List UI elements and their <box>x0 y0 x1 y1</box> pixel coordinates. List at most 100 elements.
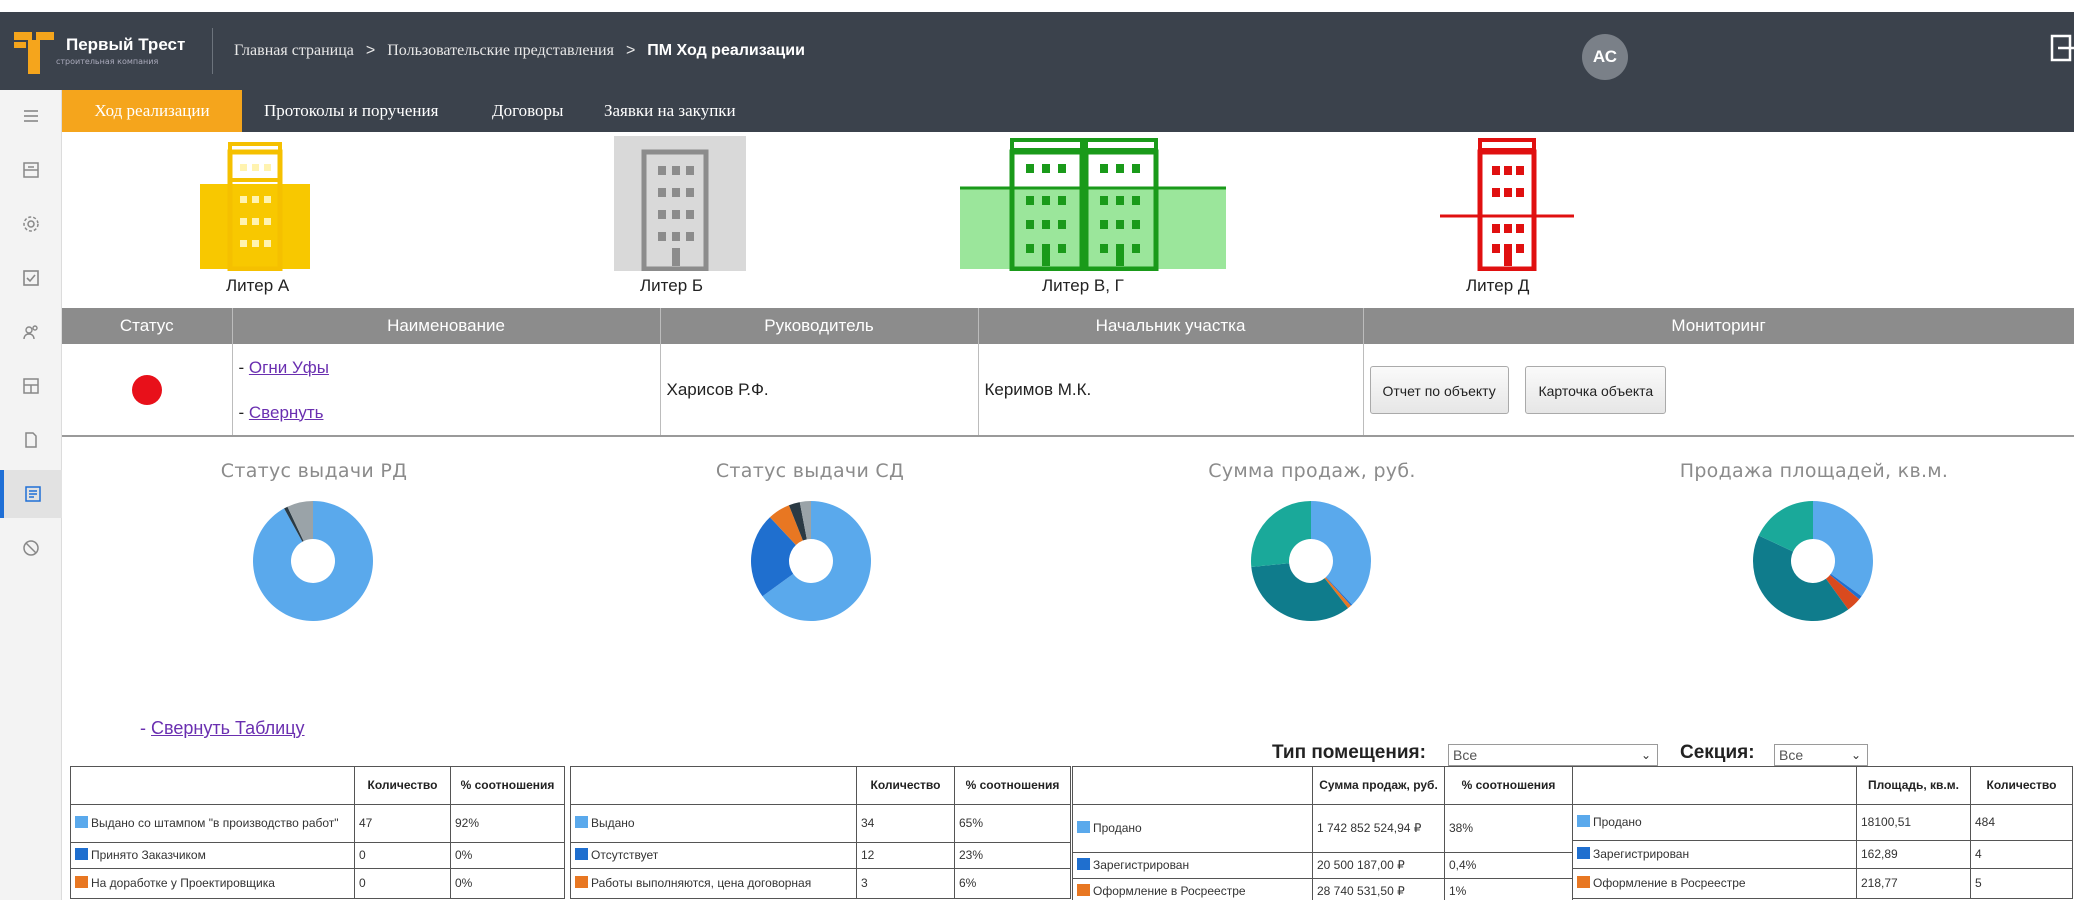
object-name-link[interactable]: Огни Уфы <box>249 358 329 377</box>
chart-title: Продажа площадей, кв.м. <box>1679 460 1949 482</box>
object-table-header: Статус Наименование Руководитель Начальн… <box>62 308 2074 344</box>
column-header: Мониторинг <box>1363 308 2074 344</box>
legend-swatch <box>575 816 588 829</box>
table-row: Выдано со штампом "в производство работ"… <box>70 804 565 843</box>
manager-value: Харисов Р.Ф. <box>660 344 979 437</box>
table-row: Оформление в Росреестре 218,77 5 <box>1572 868 2073 899</box>
sidebar <box>0 90 62 900</box>
row-label: Выдано со штампом "в производство работ" <box>91 816 339 831</box>
legend-swatch <box>75 816 88 829</box>
row-label: Отсутствует <box>591 848 659 863</box>
building-litera-b-icon[interactable] <box>614 136 746 275</box>
brand-subtitle: строительная компания <box>56 57 159 67</box>
top-bar: Первый Трест строительная компания Главн… <box>0 12 2074 90</box>
percent-cell: 0% <box>450 842 565 869</box>
bullet: - <box>140 718 146 738</box>
legend-swatch <box>1577 815 1590 828</box>
table-row: Продано 18100,51 484 <box>1572 804 2073 841</box>
checkbox-icon[interactable] <box>0 254 62 302</box>
tab-progress[interactable]: Ход реализации <box>62 90 242 132</box>
sum-cell: 20 500 187,00 ₽ <box>1312 852 1445 879</box>
column-header: % соотношения <box>954 766 1071 805</box>
chevron-down-icon: ⌄ <box>1640 748 1651 762</box>
collapse-object-link[interactable]: Свернуть <box>249 403 324 422</box>
sum-cell: 28 740 531,50 ₽ <box>1312 878 1445 900</box>
breadcrumb-home[interactable]: Главная страница <box>234 42 354 60</box>
layout-icon[interactable] <box>0 362 62 410</box>
breadcrumb-views[interactable]: Пользовательские представления <box>387 42 614 60</box>
table-row: Продано 1 742 852 524,94 ₽38% <box>1072 804 1573 853</box>
logout-icon[interactable] <box>2050 34 2074 62</box>
count-cell: 34 <box>856 804 955 843</box>
building-label: Литер А <box>226 276 290 295</box>
object-report-button[interactable]: Отчет по объекту <box>1369 365 1509 414</box>
legend-swatch <box>75 876 88 889</box>
gear-icon[interactable] <box>0 200 62 248</box>
brand-logo[interactable]: Первый Трест строительная компания <box>0 12 210 90</box>
sd-status-table: Количество% соотношения Выдано 34 65% Отсу… <box>570 766 1071 899</box>
percent-cell: 0,4% <box>1444 852 1573 879</box>
report-icon[interactable] <box>0 470 62 518</box>
area-cell: 162,89 <box>1856 840 1971 869</box>
building-label: Литер В, Г <box>1042 276 1124 295</box>
legend-swatch <box>75 848 88 861</box>
donut-slice[interactable] <box>1251 501 1311 568</box>
object-card-button[interactable]: Карточка объекта <box>1525 365 1667 414</box>
app-root: Первый Трест строительная компания Главн… <box>0 0 2074 900</box>
column-header: Сумма продаж, руб. <box>1312 766 1445 805</box>
tab-purchase-requests[interactable]: Заявки на закупки <box>604 90 736 132</box>
row-label: Оформление в Росреестре <box>1093 884 1246 899</box>
row-label: Продано <box>1593 815 1642 830</box>
table-row: Принято Заказчиком 0 0% <box>70 842 565 869</box>
count-cell: 4 <box>1970 840 2073 869</box>
building-label: Литер Б <box>640 276 704 295</box>
table-row: На доработке у Проектировщика 0 0% <box>70 868 565 899</box>
building-litera-v-g-icon[interactable] <box>960 136 1226 275</box>
table-row: Работы выполняются, цена договорная 3 6% <box>570 868 1071 899</box>
column-header: Статус <box>62 308 233 344</box>
count-cell: 47 <box>354 804 451 843</box>
column-header: Количество <box>1970 766 2073 805</box>
room-type-value: Все <box>1453 747 1478 763</box>
column-header: Площадь, кв.м. <box>1856 766 1971 805</box>
block-icon[interactable] <box>0 524 62 572</box>
sales-area-table: Площадь, кв.м. Количество Продано 18100,51… <box>1572 766 2073 899</box>
users-icon[interactable] <box>0 308 62 356</box>
column-header <box>1072 766 1313 805</box>
room-type-select[interactable]: Все ⌄ <box>1448 744 1658 766</box>
document-icon[interactable] <box>0 416 62 464</box>
donut-chart-sales-area <box>1753 501 1873 621</box>
table-row: Оформление в Росреестре 28 740 531,50 ₽1% <box>1072 878 1573 900</box>
legend-swatch <box>1577 876 1590 889</box>
tab-protocols[interactable]: Протоколы и поручения <box>264 90 438 132</box>
column-header <box>570 766 857 805</box>
divider <box>212 28 213 74</box>
building-litera-a-icon[interactable] <box>200 136 310 275</box>
legend-swatch <box>1077 858 1090 871</box>
count-cell: 484 <box>1970 804 2073 841</box>
tab-contracts[interactable]: Договоры <box>492 90 563 132</box>
collapse-table-link[interactable]: - Свернуть Таблицу <box>140 718 305 739</box>
section-select[interactable]: Все ⌄ <box>1774 744 1868 766</box>
column-header: % соотношения <box>1444 766 1573 805</box>
row-label: Зарегистрирован <box>1593 847 1690 862</box>
brand-logo-icon <box>12 26 56 76</box>
percent-cell: 92% <box>450 804 565 843</box>
user-avatar[interactable]: АС <box>1582 34 1628 80</box>
breadcrumb-separator: > <box>625 42 636 59</box>
row-label: Выдано <box>591 816 635 831</box>
breadcrumb: Главная страница > Пользовательские пред… <box>234 12 805 90</box>
breadcrumb-current: ПМ Ход реализации <box>647 42 805 59</box>
table-row: Выдано 34 65% <box>570 804 1071 843</box>
chart-title: Сумма продаж, руб. <box>1208 460 1416 482</box>
section-value: Все <box>1779 747 1804 763</box>
section-label: Секция: <box>1680 742 1755 763</box>
inbox-icon[interactable] <box>0 146 62 194</box>
row-label: Продано <box>1093 821 1142 836</box>
chart-title: Статус выдачи СД <box>715 460 905 482</box>
row-label: Принято Заказчиком <box>91 848 206 863</box>
menu-icon[interactable] <box>0 92 62 140</box>
collapse-table-label: Свернуть Таблицу <box>151 718 305 738</box>
building-litera-d-icon[interactable] <box>1440 136 1574 275</box>
row-label: Работы выполняются, цена договорная <box>591 876 812 891</box>
